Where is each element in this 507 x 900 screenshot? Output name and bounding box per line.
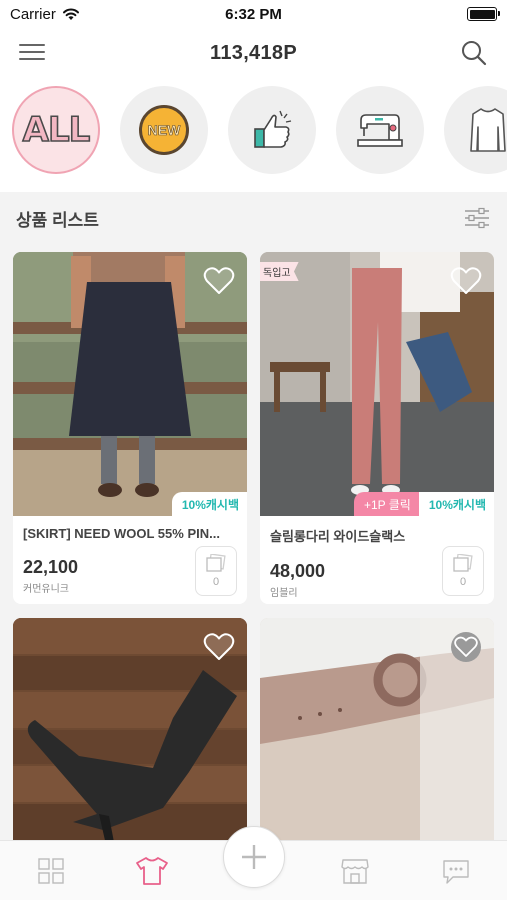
review-button[interactable]: 0 xyxy=(442,546,484,596)
add-button[interactable] xyxy=(223,826,285,888)
cashback-badge: 10%캐시백 xyxy=(171,492,247,516)
status-bar: Carrier 6:32 PM xyxy=(0,0,507,28)
top-shirt-icon xyxy=(470,108,506,152)
click-point-badge: +1P 클릭 xyxy=(353,492,419,516)
menu-icon-line xyxy=(19,51,45,53)
heart-icon[interactable] xyxy=(203,266,235,296)
restock-ribbon: 독입고 xyxy=(260,262,299,281)
photo-review-icon xyxy=(206,554,226,572)
sewing-machine-icon xyxy=(357,114,403,147)
product-grid: 10%캐시백 [SKIRT] NEED WOOL 55% PIN... 22,1… xyxy=(0,244,507,840)
app-header: 113,418P xyxy=(0,30,507,76)
wifi-icon xyxy=(62,8,79,20)
category-strip: ALL NEW xyxy=(0,86,507,178)
carrier-label: Carrier xyxy=(10,5,56,23)
review-count: 0 xyxy=(212,576,220,588)
thumbs-up-icon xyxy=(254,110,292,148)
tag-row: 10%캐시백 xyxy=(171,492,247,516)
cashback-badge: 10%캐시백 xyxy=(418,492,494,516)
menu-icon-line xyxy=(19,58,45,60)
category-recommend[interactable] xyxy=(228,86,316,174)
status-left: Carrier xyxy=(10,6,80,23)
battery-icon xyxy=(467,7,500,21)
product-image: 독입고 +1P 클릭 10%캐시백 xyxy=(260,252,494,516)
new-badge-label: NEW xyxy=(147,122,181,139)
product-info: 슬림롱다리 와이드슬랙스 48,000 임블리 0 xyxy=(260,516,494,604)
filter-icon[interactable] xyxy=(463,206,491,230)
product-info: [SKIRT] NEED WOOL 55% PIN... 22,100 커먼유니… xyxy=(13,516,247,604)
heart-icon[interactable] xyxy=(450,632,482,662)
review-button[interactable]: 0 xyxy=(195,546,237,596)
tab-store[interactable] xyxy=(325,849,385,893)
new-badge-icon: NEW xyxy=(139,105,189,155)
category-tops[interactable] xyxy=(444,86,507,174)
plus-icon xyxy=(242,845,266,869)
menu-button[interactable] xyxy=(18,41,46,63)
menu-icon-line xyxy=(19,44,45,46)
category-all[interactable]: ALL xyxy=(12,86,100,174)
heart-icon[interactable] xyxy=(203,632,235,662)
grid-icon xyxy=(37,857,64,884)
category-new[interactable]: NEW xyxy=(120,86,208,174)
product-card[interactable] xyxy=(260,618,494,840)
product-name: [SKIRT] NEED WOOL 55% PIN... xyxy=(23,526,220,541)
tag-row: +1P 클릭 10%캐시백 xyxy=(353,492,494,516)
product-list-header: 상품 리스트 xyxy=(0,192,507,244)
product-card[interactable]: 10%캐시백 [SKIRT] NEED WOOL 55% PIN... 22,1… xyxy=(13,252,247,604)
tab-home-grid[interactable] xyxy=(21,849,81,893)
tshirt-icon xyxy=(136,856,168,885)
chat-icon xyxy=(443,859,469,884)
product-card[interactable] xyxy=(13,618,247,840)
tab-products[interactable] xyxy=(122,849,182,893)
search-icon[interactable] xyxy=(459,38,489,68)
heart-icon[interactable] xyxy=(450,266,482,296)
product-name: 슬림롱다리 와이드슬랙스 xyxy=(270,529,406,544)
all-text-icon: ALL xyxy=(22,109,91,151)
photo-review-icon xyxy=(453,554,473,572)
product-card[interactable]: 독입고 +1P 클릭 10%캐시백 슬림롱다리 와이드슬랙스 48,000 임블… xyxy=(260,252,494,604)
product-image xyxy=(260,618,494,840)
tab-chat[interactable] xyxy=(426,849,486,893)
category-handmade[interactable] xyxy=(336,86,424,174)
product-image xyxy=(13,618,247,840)
points-balance: 113,418P xyxy=(210,41,297,64)
product-list-title: 상품 리스트 xyxy=(16,210,99,230)
store-icon xyxy=(341,858,369,884)
product-image: 10%캐시백 xyxy=(13,252,247,516)
review-count: 0 xyxy=(459,576,467,588)
